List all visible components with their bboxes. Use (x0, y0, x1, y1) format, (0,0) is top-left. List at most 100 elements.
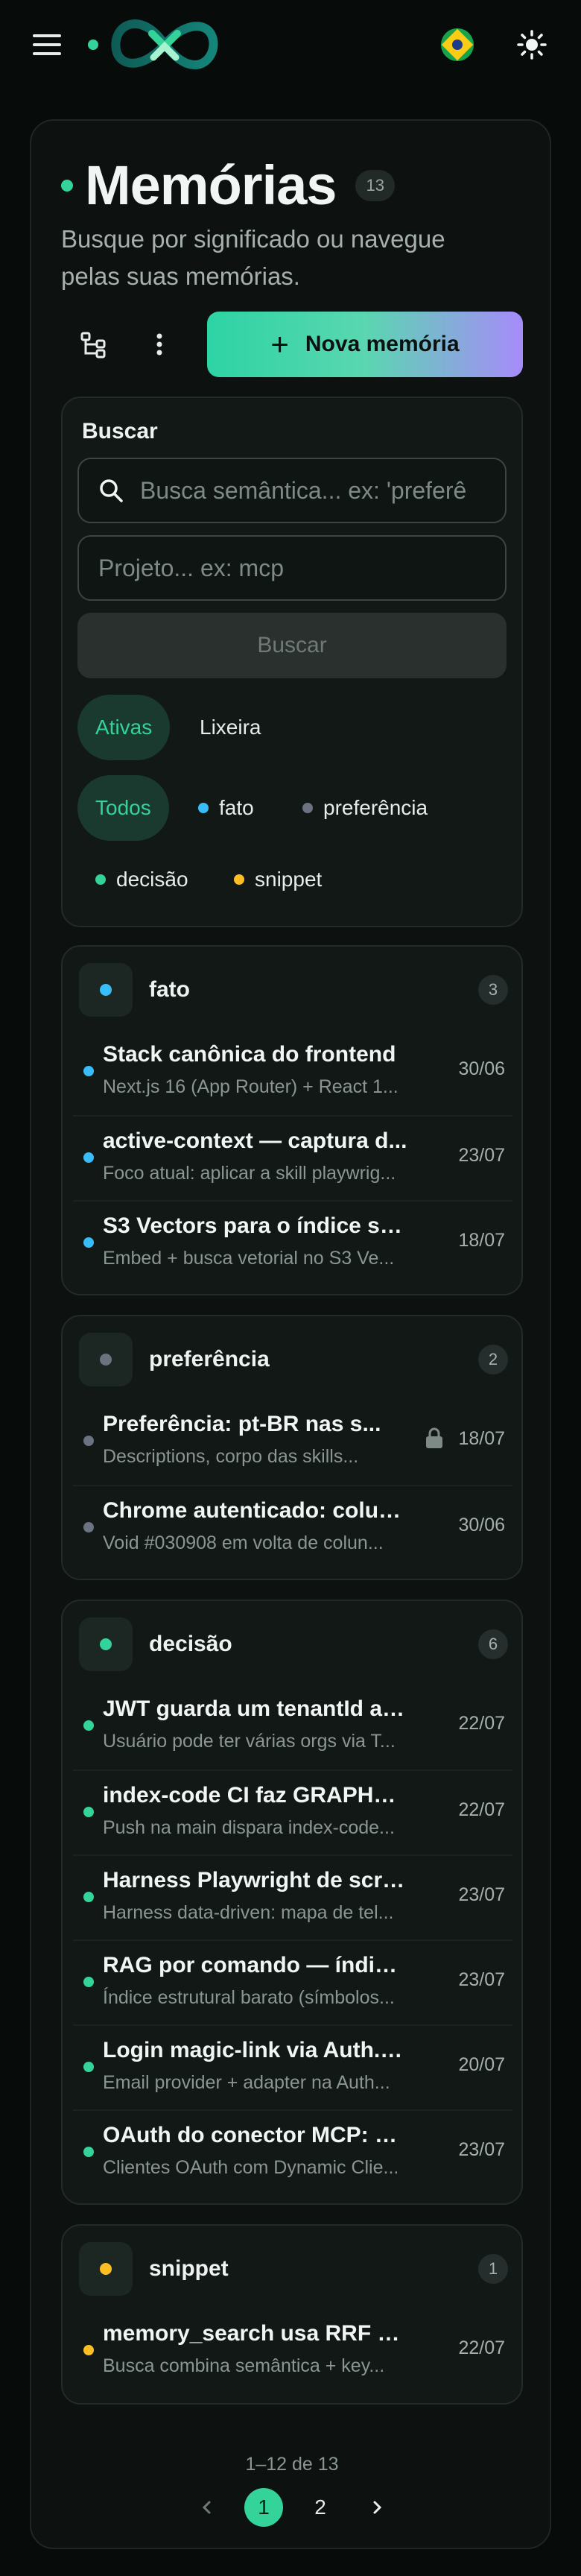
memory-date: 23/07 (458, 1145, 505, 1166)
page-title: Memórias (85, 154, 337, 216)
group-name: snippet (149, 2256, 229, 2281)
memories-panel: Memórias 13 Busque por significado ou na… (30, 119, 551, 2549)
memory-item[interactable]: Chrome autenticado: colun... Void #03090… (73, 1485, 512, 1568)
tab-trash-label: Lixeira (200, 716, 261, 739)
pagination: 1 2 (31, 2488, 553, 2527)
search-card: Buscar Busca semântica... ex: 'preferê P… (61, 397, 523, 927)
logo[interactable] (88, 11, 220, 78)
memory-title: index-code CI faz GRAPH_S... (103, 1783, 408, 1808)
memory-title: memory_search usa RRF hí... (103, 2321, 408, 2346)
chevron-left-icon[interactable] (188, 2488, 226, 2527)
snippet-dot (234, 874, 244, 885)
search-button[interactable]: Buscar (77, 613, 507, 678)
group-type-icon (79, 2242, 133, 2296)
memory-desc: Email provider + adapter na Auth... (103, 2072, 390, 2093)
type-dot (83, 2062, 94, 2072)
memory-item[interactable]: S3 Vectors para o índice se... Embed + b… (73, 1200, 512, 1284)
memory-desc: Foco atual: aplicar a skill playwrig... (103, 1163, 396, 1184)
group-name: decisão (149, 1632, 232, 1656)
group-name: fato (149, 977, 190, 1002)
memory-date: 20/07 (458, 2054, 505, 2075)
new-memory-button[interactable]: + Nova memória (207, 312, 523, 377)
memory-title: OAuth do conector MCP: D... (103, 2123, 408, 2147)
filter-snippet[interactable]: snippet (216, 847, 340, 912)
memory-title: S3 Vectors para o índice se... (103, 1213, 408, 1238)
project-input[interactable]: Projeto... ex: mcp (77, 535, 507, 601)
group-type-icon (79, 963, 133, 1017)
memory-desc: Índice estrutural barato (símbolos... (103, 1987, 395, 2008)
search-icon (98, 478, 124, 503)
memory-desc: Harness data-driven: mapa de tel... (103, 1902, 394, 1923)
title-row: Memórias 13 (61, 154, 395, 217)
memory-date: 22/07 (458, 1713, 505, 1734)
filter-all-label: Todos (95, 796, 151, 819)
type-dot (83, 2147, 94, 2157)
page-2-button[interactable]: 2 (301, 2488, 340, 2527)
page-subtitle: Busque por significado ou navegue pelas … (61, 225, 445, 290)
semantic-search-input[interactable]: Busca semântica... ex: 'preferê (77, 458, 507, 523)
memory-date: 22/07 (458, 1799, 505, 1820)
tab-trash[interactable]: Lixeira (182, 695, 279, 760)
filter-preferencia[interactable]: preferência (285, 775, 445, 841)
memory-desc: Descriptions, corpo das skills... (103, 1446, 359, 1467)
memory-title: Stack canônica do frontend (103, 1042, 396, 1067)
filter-decisao[interactable]: decisão (77, 847, 206, 912)
tree-view-icon[interactable] (61, 312, 127, 377)
memory-title: Chrome autenticado: colun... (103, 1498, 408, 1523)
memory-desc: Next.js 16 (App Router) + React 1... (103, 1076, 399, 1097)
memory-item[interactable]: OAuth do conector MCP: D... Clientes OAu… (73, 2109, 512, 2193)
hamburger-icon[interactable] (33, 28, 67, 62)
memory-item[interactable]: index-code CI faz GRAPH_S... Push na mai… (73, 1770, 512, 1853)
group-header[interactable]: fato 3 (79, 962, 508, 1018)
memory-title: Preferência: pt-BR nas s... (103, 1412, 381, 1436)
group-count: 6 (478, 1629, 508, 1659)
memory-item[interactable]: Login magic-link via Auth.js... Email pr… (73, 2024, 512, 2108)
tab-active[interactable]: Ativas (77, 695, 171, 760)
memory-desc: Usuário pode ter várias orgs via T... (103, 1731, 396, 1752)
group-count: 1 (478, 2254, 508, 2284)
group-header[interactable]: snippet 1 (79, 2241, 508, 2297)
pagination-range: 1–12 de 13 (245, 2454, 339, 2475)
filter-preferencia-label: preferência (323, 796, 428, 819)
type-dot (83, 1237, 94, 1248)
new-memory-label: Nova memória (305, 332, 460, 356)
memory-desc: Clientes OAuth com Dynamic Clie... (103, 2157, 399, 2178)
memory-desc: Busca combina semântica + key... (103, 2355, 385, 2376)
memory-item[interactable]: JWT guarda um tenantId ati... Usuário po… (73, 1685, 512, 1768)
filter-decisao-label: decisão (116, 868, 188, 891)
type-dot (83, 1720, 94, 1731)
actions-row: + Nova memória (61, 312, 523, 377)
top-bar (0, 0, 581, 89)
memory-item[interactable]: Preferência: pt-BR nas s... Descriptions… (73, 1400, 512, 1483)
group-fato: fato 3 Stack canônica do frontend Next.j… (61, 945, 523, 1295)
memory-date: 18/07 (458, 1230, 505, 1251)
memory-item[interactable]: RAG por comando — índice ... Índice estr… (73, 1939, 512, 2023)
group-type-icon (79, 1617, 133, 1671)
memory-title: RAG por comando — índice ... (103, 1953, 408, 1977)
filter-all[interactable]: Todos (77, 775, 169, 841)
group-header[interactable]: decisão 6 (79, 1616, 508, 1673)
memory-item[interactable]: memory_search usa RRF hí... Busca combin… (73, 2309, 512, 2393)
brazil-flag-icon[interactable] (441, 28, 474, 61)
type-dot (83, 1892, 94, 1902)
chevron-right-icon[interactable] (358, 2488, 396, 2527)
memory-title: Harness Playwright de scre... (103, 1868, 408, 1892)
page-1-button[interactable]: 1 (244, 2488, 283, 2527)
project-placeholder: Projeto... ex: mcp (98, 554, 284, 581)
filter-fato-label: fato (219, 796, 254, 819)
filter-fato[interactable]: fato (180, 775, 272, 841)
status-dot (61, 179, 73, 192)
type-dot (83, 1522, 94, 1532)
memory-item[interactable]: Harness Playwright de scre... Harness da… (73, 1854, 512, 1938)
group-header[interactable]: preferência 2 (79, 1331, 508, 1388)
memory-title: JWT guarda um tenantId ati... (103, 1696, 408, 1721)
group-type-icon (79, 1333, 133, 1386)
memory-date: 18/07 (458, 1428, 505, 1449)
preferencia-dot (302, 803, 313, 813)
memory-item[interactable]: Stack canônica do frontend Next.js 16 (A… (73, 1030, 512, 1114)
memory-item[interactable]: active-context — captura d... Foco atual… (73, 1115, 512, 1199)
more-options-icon[interactable] (127, 312, 192, 377)
group-decisao: decisão 6 JWT guarda um tenantId ati... … (61, 1600, 523, 2205)
sun-icon[interactable] (515, 28, 548, 61)
fato-dot (198, 803, 209, 813)
